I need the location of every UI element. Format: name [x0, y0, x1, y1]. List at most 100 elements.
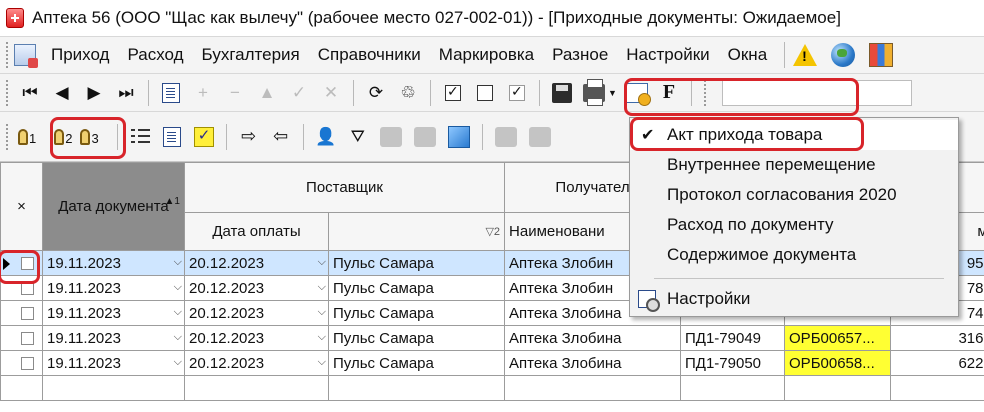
disabled-button-1[interactable]: [379, 126, 402, 147]
nav-first-button[interactable]: ⏮: [16, 79, 44, 107]
menu-raznoe[interactable]: Разное: [543, 45, 617, 65]
warning-icon[interactable]: !: [793, 44, 818, 66]
menu-item-protokol-soglasovaniya[interactable]: Протокол согласования 2020: [630, 180, 958, 210]
supplier-cell[interactable]: Пульс Самара: [327, 250, 506, 276]
menu-item-rashod-po-dokumentu[interactable]: Расход по документу: [630, 210, 958, 240]
toolbar-grip[interactable]: [703, 79, 708, 106]
supplier-name-header[interactable]: ▽2: [327, 212, 506, 251]
code-cell[interactable]: ОРБ00658...: [784, 350, 892, 376]
row-checkbox[interactable]: [21, 257, 34, 270]
menu-okna[interactable]: Окна: [719, 45, 777, 65]
row-indicator[interactable]: [0, 250, 43, 276]
menu-item-vnutrennee-peremeshenie[interactable]: Внутреннее перемещение: [630, 150, 958, 180]
report-form-button[interactable]: [623, 79, 651, 107]
edit-document-button[interactable]: [157, 79, 185, 107]
code-cell[interactable]: ОРБ00657...: [784, 325, 892, 351]
books-icon[interactable]: [869, 43, 894, 67]
pay-date-cell[interactable]: 20.12.2023 ⌵: [184, 250, 329, 276]
invert-check-button[interactable]: [503, 79, 531, 107]
key-3-button[interactable]: 3: [80, 128, 99, 145]
chevron-down-icon[interactable]: ⌵: [318, 281, 326, 294]
document-button[interactable]: [158, 123, 186, 151]
date-cell[interactable]: 19.11.2023 ⌵: [42, 350, 185, 376]
doc-number-cell[interactable]: ПД1-79049: [680, 325, 786, 351]
move-up-button[interactable]: ▲: [253, 79, 281, 107]
menu-prihod[interactable]: Приход: [42, 45, 118, 65]
quick-search-input[interactable]: [721, 79, 912, 106]
table-row[interactable]: 19.11.2023 ⌵ 20.12.2023 ⌵ Пульс Самара Апт…: [0, 325, 984, 351]
row-indicator[interactable]: [0, 350, 43, 376]
menu-rashod[interactable]: Расход: [118, 45, 192, 65]
key-1-button[interactable]: 1: [18, 128, 36, 145]
uncheck-all-button[interactable]: [471, 79, 499, 107]
chevron-down-icon[interactable]: ⌵: [174, 356, 182, 369]
numbered-list-button[interactable]: [126, 123, 154, 151]
row-checkbox[interactable]: [21, 332, 34, 345]
chevron-down-icon[interactable]: ⌵: [174, 331, 182, 344]
user-button[interactable]: 👤: [312, 123, 340, 151]
chevron-down-icon[interactable]: ⌵: [318, 356, 326, 369]
nav-prev-button[interactable]: ◀: [48, 79, 76, 107]
date-payment-header[interactable]: Дата оплаты: [184, 212, 329, 251]
sync-button[interactable]: ♲: [394, 79, 422, 107]
print-dropdown-arrow[interactable]: ▼: [608, 88, 617, 98]
supplier-cell[interactable]: Пульс Самара: [327, 275, 506, 301]
disabled-button-2[interactable]: [413, 126, 436, 147]
doc-number-cell[interactable]: ПД1-79050: [680, 350, 786, 376]
filter-f-button[interactable]: F: [655, 79, 683, 107]
menu-buhgalteria[interactable]: Бухгалтерия: [193, 45, 309, 65]
recipient-cell[interactable]: Аптека Злобина: [504, 325, 682, 351]
chevron-down-icon[interactable]: ⌵: [318, 331, 326, 344]
menu-grip[interactable]: [6, 42, 10, 68]
date-document-header[interactable]: Дата документа ▲1: [42, 162, 185, 251]
close-column-header[interactable]: ×: [0, 162, 43, 251]
refresh-button[interactable]: ⟳: [362, 79, 390, 107]
check-all-button[interactable]: [439, 79, 467, 107]
document-window-icon[interactable]: [14, 44, 38, 68]
date-cell[interactable]: 19.11.2023 ⌵: [42, 275, 185, 301]
date-cell[interactable]: 19.11.2023 ⌵: [42, 325, 185, 351]
supplier-cell[interactable]: Пульс Самара: [327, 350, 506, 376]
cube-icon[interactable]: [447, 125, 470, 148]
row-indicator[interactable]: [0, 275, 43, 301]
recipient-cell[interactable]: Аптека Злобина: [504, 350, 682, 376]
pay-date-cell[interactable]: 20.12.2023 ⌵: [184, 275, 329, 301]
pay-date-cell[interactable]: 20.12.2023 ⌵: [184, 300, 329, 326]
sum-cell[interactable]: 622,5: [890, 350, 984, 376]
menu-spravochniki[interactable]: Справочники: [309, 45, 430, 65]
add-button[interactable]: +: [189, 79, 217, 107]
row-indicator[interactable]: [0, 300, 43, 326]
nav-next-button[interactable]: ▶: [80, 79, 108, 107]
chevron-down-icon[interactable]: ⌵: [174, 306, 182, 319]
key-2-button[interactable]: 2: [54, 128, 72, 145]
nav-last-button[interactable]: ⏭: [112, 79, 140, 107]
chevron-down-icon[interactable]: ⌵: [174, 256, 182, 269]
table-row[interactable]: 19.11.2023 ⌵ 20.12.2023 ⌵ Пульс Самара Апт…: [0, 350, 984, 376]
remove-button[interactable]: −: [221, 79, 249, 107]
row-checkbox[interactable]: [21, 282, 34, 295]
mark-button[interactable]: [190, 123, 218, 151]
toolbar-grip[interactable]: [6, 123, 10, 150]
confirm-button[interactable]: ✓: [285, 79, 313, 107]
save-button[interactable]: [548, 79, 576, 107]
sum-cell[interactable]: 316,0: [890, 325, 984, 351]
date-cell[interactable]: 19.11.2023 ⌵: [42, 300, 185, 326]
menu-item-soderzhimoe-dokumenta[interactable]: Содержимое документа: [630, 240, 958, 270]
export-button[interactable]: ⇨: [235, 123, 263, 151]
cancel-button[interactable]: ✕: [317, 79, 345, 107]
disabled-button-4[interactable]: [528, 126, 551, 147]
chevron-down-icon[interactable]: ⌵: [318, 306, 326, 319]
globe-icon[interactable]: [831, 43, 856, 67]
toolbar-grip[interactable]: [6, 79, 10, 106]
supplier-cell[interactable]: Пульс Самара: [327, 300, 506, 326]
pay-date-cell[interactable]: 20.12.2023 ⌵: [184, 350, 329, 376]
chevron-down-icon[interactable]: ⌵: [318, 256, 326, 269]
row-checkbox[interactable]: [21, 357, 34, 370]
row-checkbox[interactable]: [21, 307, 34, 320]
menu-item-nastroiki[interactable]: Настройки: [630, 284, 958, 314]
pay-date-cell[interactable]: 20.12.2023 ⌵: [184, 325, 329, 351]
supplier-group-header[interactable]: Поставщик: [183, 162, 506, 213]
date-cell[interactable]: 19.11.2023 ⌵: [42, 250, 185, 276]
row-indicator[interactable]: [0, 325, 43, 351]
import-button[interactable]: ⇦: [267, 123, 295, 151]
